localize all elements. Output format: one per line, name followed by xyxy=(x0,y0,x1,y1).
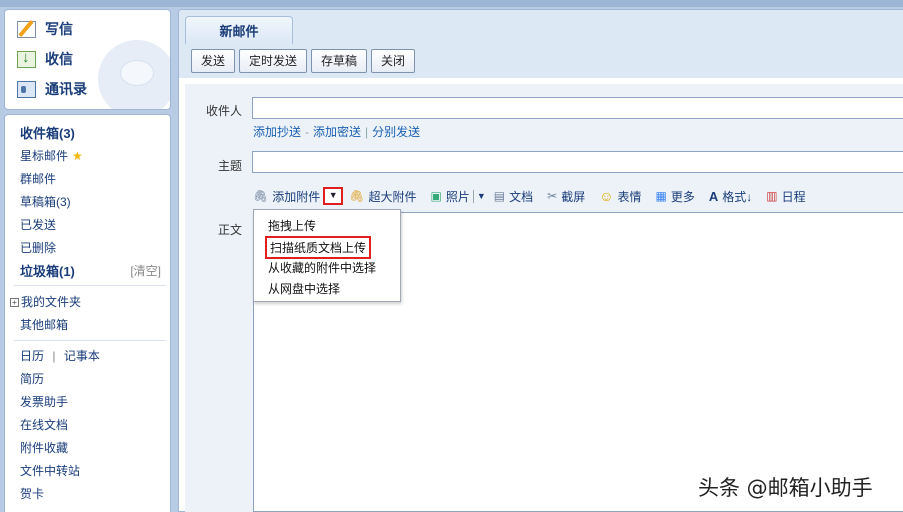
receive-mail-button[interactable]: 收信 xyxy=(17,48,73,70)
photo-dropdown-icon[interactable]: ▼ xyxy=(477,191,486,201)
divider xyxy=(14,340,166,341)
recipient-options: 添加抄送 - 添加密送 | 分别发送 xyxy=(253,123,420,140)
body-label: 正文 xyxy=(218,223,243,237)
divider xyxy=(472,189,474,203)
bcc-separate-separator: | xyxy=(365,125,369,139)
tab-new-mail[interactable]: 新邮件 xyxy=(185,16,293,44)
pencil-icon xyxy=(17,20,36,38)
super-attachment-label: 超大附件 xyxy=(368,189,417,204)
sidebar-item-cards[interactable]: 贺卡 xyxy=(20,485,44,502)
sidebar-item-starred-label: 星标邮件 xyxy=(20,149,69,163)
add-cc-link[interactable]: 添加抄送 xyxy=(253,125,301,139)
sidebar-item-calendar[interactable]: 日历 xyxy=(20,349,44,363)
sidebar-item-my-folders-label: 我的文件夹 xyxy=(21,295,82,309)
add-attachment-button[interactable]: 🖇 添加附件 xyxy=(253,188,320,205)
sidebar-item-inbox[interactable]: 收件箱(3) xyxy=(20,123,75,142)
send-button[interactable]: 发送 xyxy=(191,49,236,73)
scissors-icon: ✂ xyxy=(547,189,558,203)
font-a-icon: A xyxy=(708,188,719,204)
photo-button[interactable]: ▣ 照片 ▼ xyxy=(431,188,486,205)
more-button[interactable]: ▦ 更多 xyxy=(656,188,695,205)
format-label: 格式↓ xyxy=(722,189,753,204)
sidebar-item-invoice[interactable]: 发票助手 xyxy=(20,393,68,410)
compose-toolbar: 发送 定时发送 存草稿 关闭 xyxy=(191,49,416,73)
divider xyxy=(14,285,166,286)
photo-icon: ▣ xyxy=(430,189,442,203)
attachment-dropdown-button[interactable]: ▼ xyxy=(323,187,344,205)
expand-plus-icon[interactable]: + xyxy=(10,298,19,307)
sidebar-item-spam[interactable]: 垃圾箱(1) xyxy=(20,261,75,280)
super-attachment-button[interactable]: 🖇 超大附件 xyxy=(349,188,416,205)
sidebar-item-transfer[interactable]: 文件中转站 xyxy=(20,462,80,479)
menu-item-scan-upload[interactable]: 扫描纸质文档上传 xyxy=(265,236,372,259)
screenshot-button[interactable]: ✂ 截屏 xyxy=(547,188,585,205)
sidebar-item-my-folders[interactable]: + 我的文件夹 xyxy=(10,293,81,310)
top-strip xyxy=(0,0,903,7)
photo-label: 照片 xyxy=(445,189,470,204)
emoji-button[interactable]: ☺ 表情 xyxy=(599,188,641,205)
sidebar-item-deleted[interactable]: 已删除 xyxy=(20,239,56,256)
document-button[interactable]: ▤ 文档 xyxy=(494,188,533,205)
mascot-eye-decoration xyxy=(120,60,154,86)
format-button[interactable]: A 格式↓ xyxy=(709,188,752,205)
close-button[interactable]: 关闭 xyxy=(371,49,416,73)
address-book-icon xyxy=(17,80,36,98)
paperclip-icon: 🖇 xyxy=(253,189,269,203)
write-mail-button[interactable]: 写信 xyxy=(17,18,73,40)
sidebar-item-resume[interactable]: 简历 xyxy=(20,370,44,387)
sidebar-item-online-docs[interactable]: 在线文档 xyxy=(20,416,68,433)
separate-send-link[interactable]: 分别发送 xyxy=(372,125,420,139)
schedule-label: 日程 xyxy=(781,189,806,204)
emoji-label: 表情 xyxy=(617,189,642,204)
recipient-label: 收件人 xyxy=(206,104,243,118)
receive-mail-label: 收信 xyxy=(45,51,73,67)
grid-icon: ▦ xyxy=(655,189,667,203)
save-draft-button[interactable]: 存草稿 xyxy=(311,49,368,73)
contacts-button[interactable]: 通讯录 xyxy=(17,78,87,100)
recipient-input[interactable] xyxy=(252,97,903,119)
sidebar-item-calendar-notebook: 日历 | 记事本 xyxy=(20,347,100,364)
sidebar-item-drafts[interactable]: 草稿箱(3) xyxy=(20,193,71,210)
paperclip-icon: 🖇 xyxy=(349,189,365,203)
add-attachment-label: 添加附件 xyxy=(272,189,321,204)
screenshot-label: 截屏 xyxy=(561,189,586,204)
sidebar-item-other-mailboxes[interactable]: 其他邮箱 xyxy=(20,316,68,333)
menu-item-from-favorites[interactable]: 从收藏的附件中选择 xyxy=(268,259,376,276)
sidebar-item-starred[interactable]: 星标邮件 ★ xyxy=(20,147,83,164)
add-bcc-link[interactable]: 添加密送 xyxy=(313,125,361,139)
menu-item-from-netdisk[interactable]: 从网盘中选择 xyxy=(268,280,340,297)
sidebar-item-sent[interactable]: 已发送 xyxy=(20,216,56,233)
sidebar-folders: 收件箱(3) 星标邮件 ★ 群邮件 草稿箱(3) 已发送 已删除 垃圾箱(1) [… xyxy=(4,114,171,512)
inbox-download-icon xyxy=(17,49,36,68)
document-icon: ▤ xyxy=(493,189,506,203)
editor-toolbar: 🖇 添加附件 ▼ 🖇 超大附件 ▣ 照片 ▼ ▤ 文档 ✂ 截屏 ☺ 表情 ▦ 更多 A 格式↓ … xyxy=(253,187,820,205)
attachment-menu: 拖拽上传 扫描纸质文档上传 从收藏的附件中选择 从网盘中选择 xyxy=(253,209,401,302)
timed-send-button[interactable]: 定时发送 xyxy=(239,49,308,73)
sidebar-item-group[interactable]: 群邮件 xyxy=(20,170,56,187)
smiley-icon: ☺ xyxy=(599,188,614,204)
write-mail-label: 写信 xyxy=(45,21,73,37)
document-label: 文档 xyxy=(509,189,534,204)
sidebar-item-notebook[interactable]: 记事本 xyxy=(64,349,100,363)
subject-input[interactable] xyxy=(252,151,903,173)
sidebar-item-attachment-fav[interactable]: 附件收藏 xyxy=(20,439,68,456)
sidebar-actions: 写信 收信 通讯录 xyxy=(4,9,171,110)
menu-item-drag-upload[interactable]: 拖拽上传 xyxy=(268,217,316,234)
calendar-notebook-divider: | xyxy=(52,349,56,363)
clear-spam-link[interactable]: [清空] xyxy=(130,262,161,279)
cc-bcc-separator: - xyxy=(305,125,310,139)
contacts-label: 通讯录 xyxy=(45,81,87,97)
watermark: 头条 @邮箱小助手 xyxy=(698,476,873,500)
calendar-icon: ▥ xyxy=(766,189,778,203)
more-label: 更多 xyxy=(670,189,695,204)
subject-label: 主题 xyxy=(218,159,243,173)
star-icon: ★ xyxy=(72,149,83,163)
schedule-button[interactable]: ▥ 日程 xyxy=(766,188,805,205)
